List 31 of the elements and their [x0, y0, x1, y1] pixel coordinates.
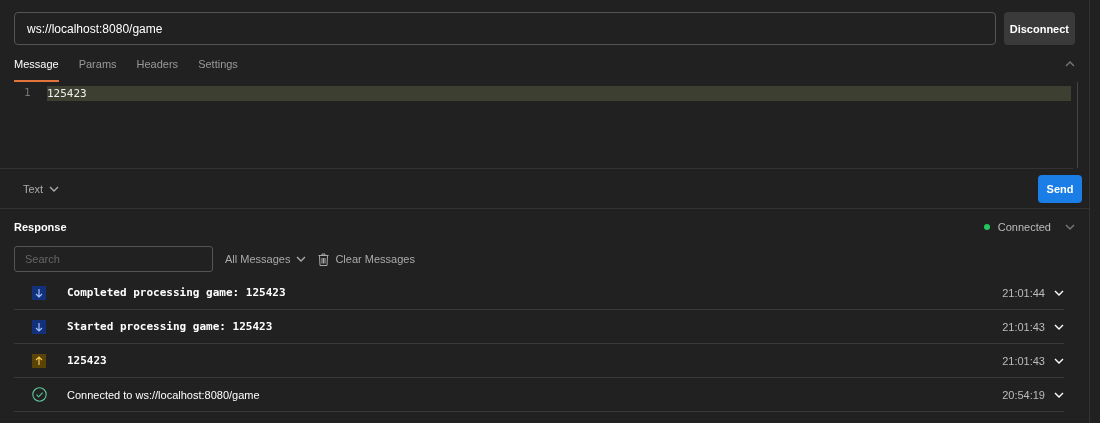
down-arrow-icon	[32, 319, 46, 334]
tab[interactable]: Headers	[136, 45, 179, 82]
format-dropdown[interactable]: Text	[23, 182, 60, 195]
tab[interactable]: Params	[78, 45, 117, 82]
search-field[interactable]: Search	[14, 246, 213, 272]
status-label: Connected	[997, 221, 1051, 233]
message-text: Connected to ws://localhost:8080/game	[67, 388, 261, 401]
check-circle-icon	[32, 387, 47, 402]
disconnect-button[interactable]: Disconnect	[1003, 12, 1075, 45]
message-time: 21:01:43	[1002, 320, 1045, 333]
tab[interactable]: Message	[14, 45, 59, 82]
line-number: 1	[24, 86, 32, 99]
status-dot	[983, 224, 990, 230]
trash-icon	[318, 252, 330, 266]
message-time: 20:54:19	[1002, 388, 1045, 401]
filter-dropdown[interactable]: All Messages	[225, 253, 307, 265]
collapse-chevron-icon[interactable]	[1065, 60, 1075, 67]
up-arrow-icon	[32, 353, 46, 368]
message-text: Completed processing game: 125423	[67, 286, 287, 299]
down-arrow-icon	[32, 285, 46, 300]
section-title: Response	[14, 221, 67, 233]
message-time: 21:01:43	[1002, 354, 1045, 367]
clear-messages-button[interactable]: Clear Messages	[318, 252, 415, 266]
message-text: 125423	[67, 354, 108, 367]
url-field[interactable]: ws://localhost:8080/game	[14, 12, 996, 45]
message-time: 21:01:44	[1002, 286, 1045, 299]
message-text: Started processing game: 125423	[67, 320, 274, 333]
send-button[interactable]: Send	[1038, 174, 1082, 203]
caret-icon[interactable]	[296, 256, 307, 262]
tab[interactable]: Settings	[198, 45, 238, 82]
caret-icon[interactable]	[49, 185, 60, 192]
